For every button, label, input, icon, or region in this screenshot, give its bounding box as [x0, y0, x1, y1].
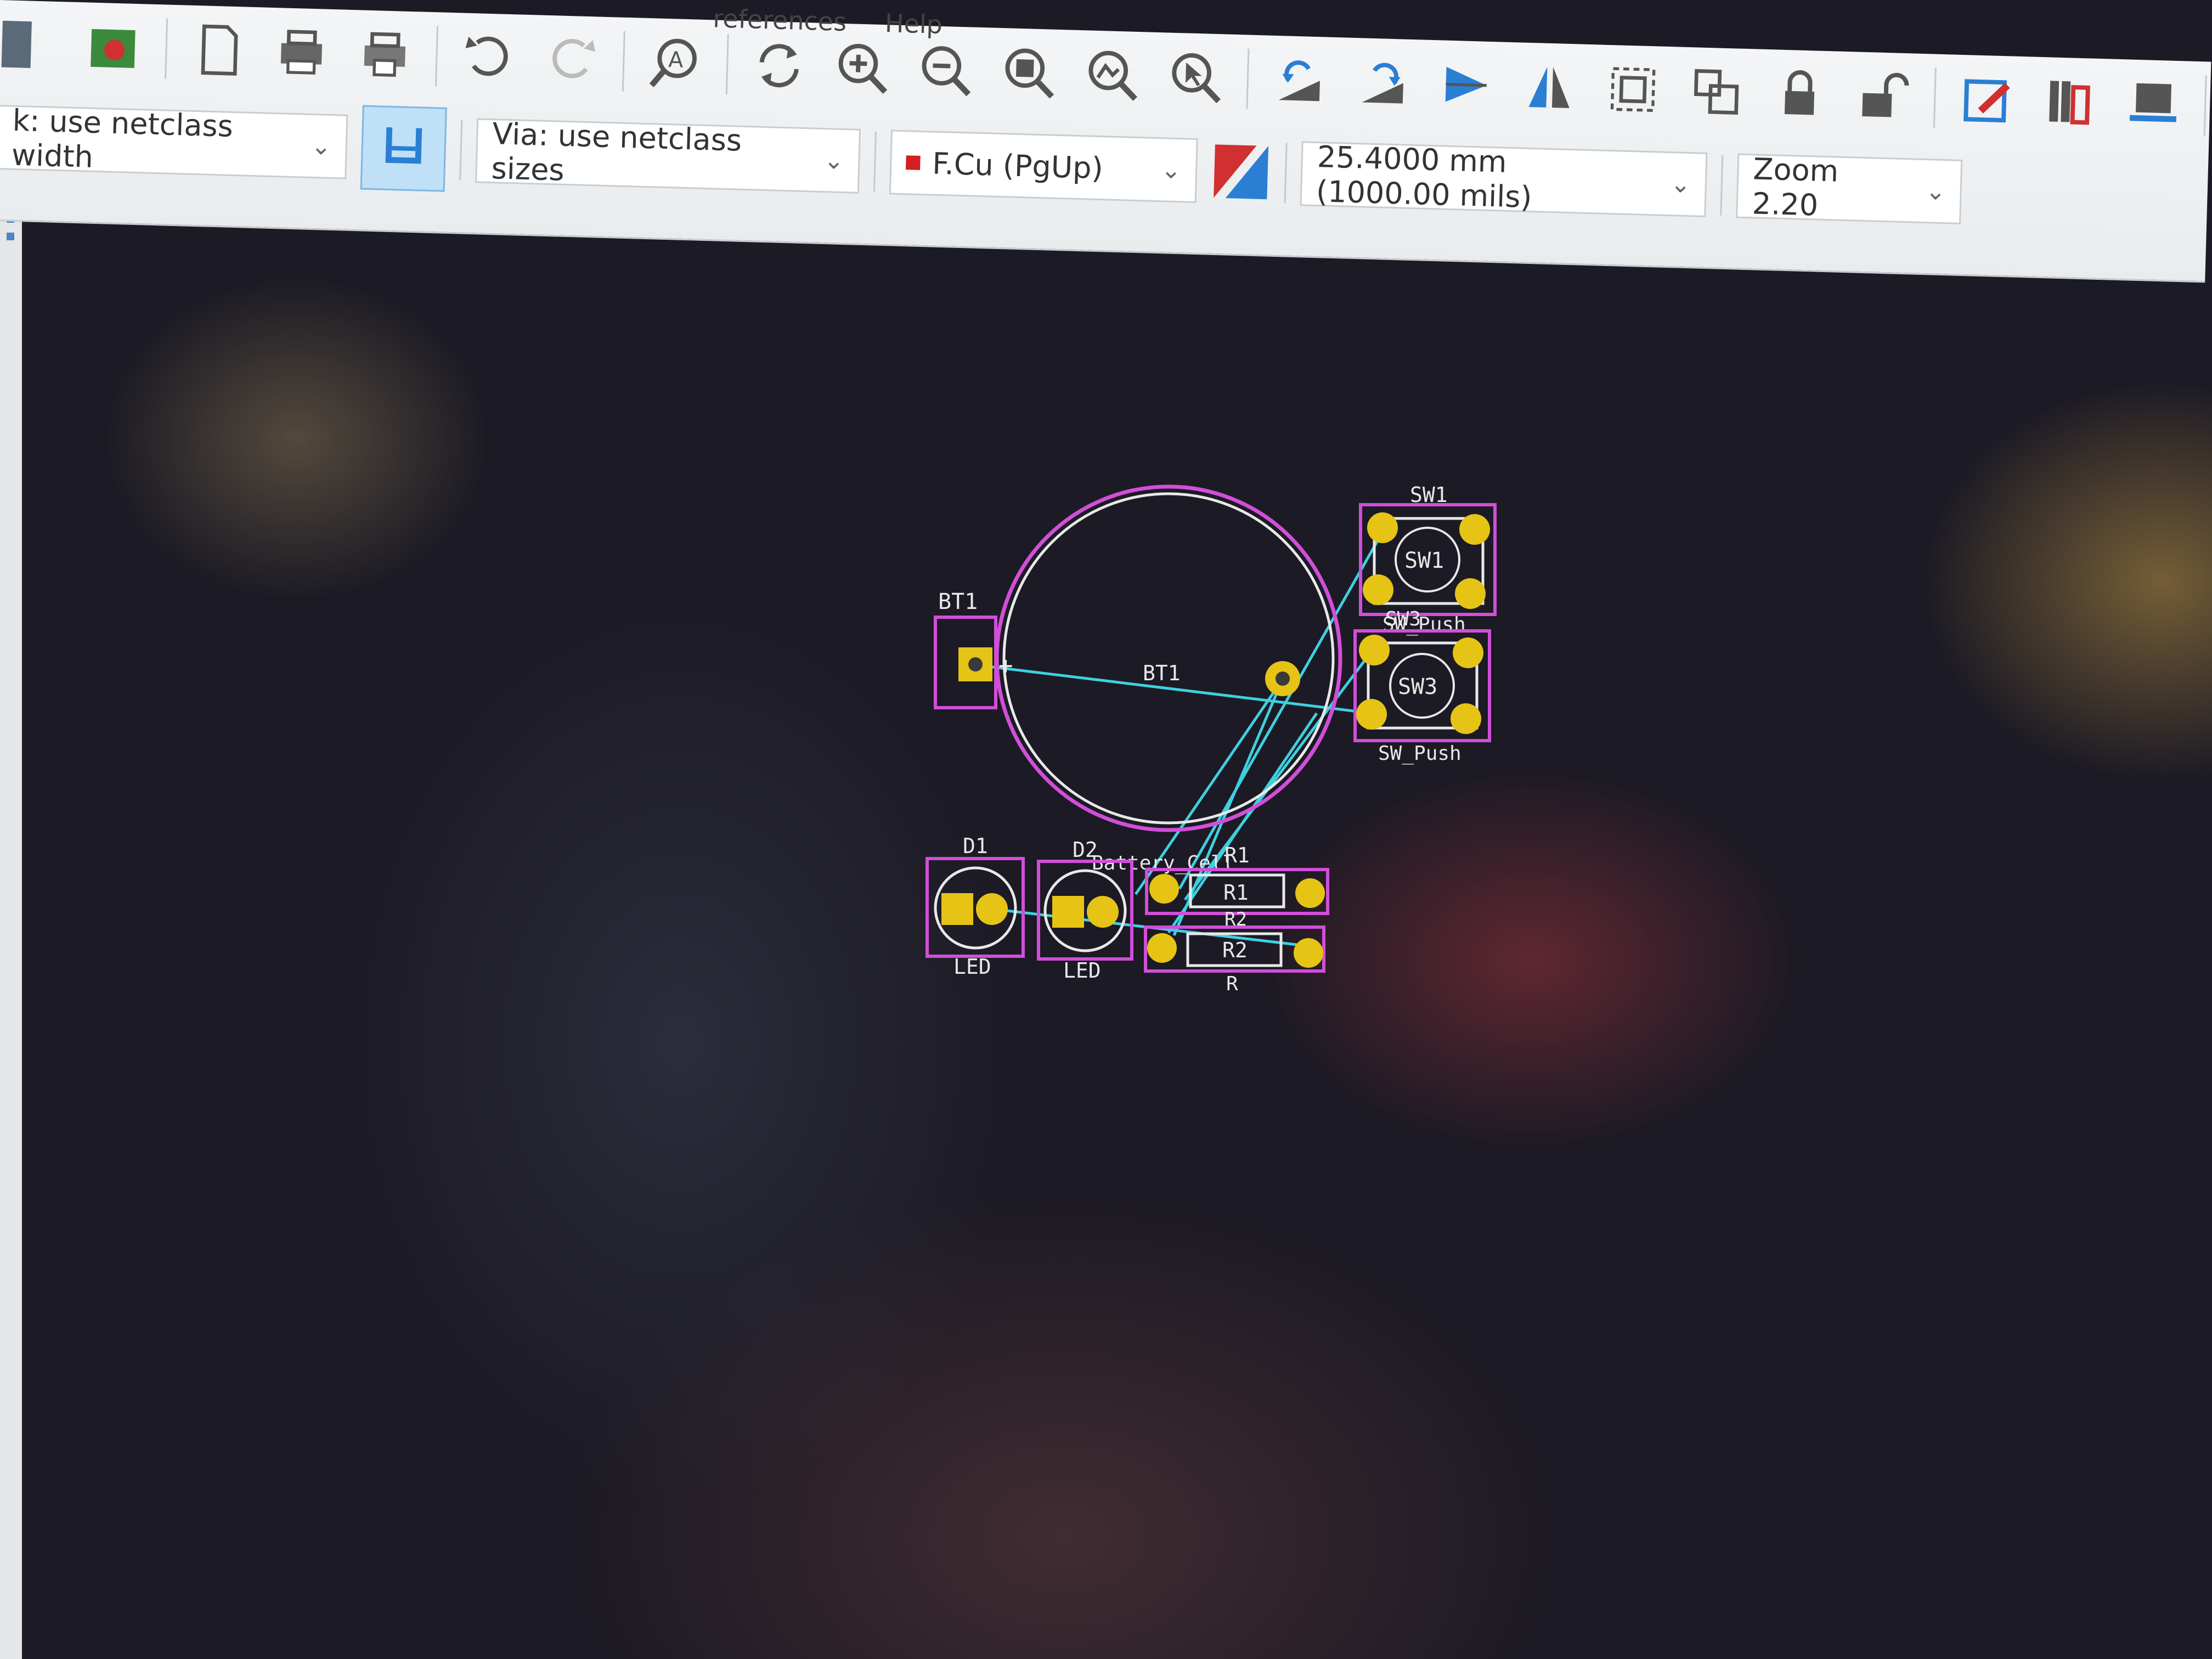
sw1-pad[interactable] [1367, 512, 1398, 543]
footprint-bt1[interactable]: BT1 BT1 + Battery_Cell [934, 484, 1342, 874]
d1-pad-cathode[interactable] [941, 893, 973, 925]
r2-fab-value: R [1226, 973, 1238, 995]
chevron-down-icon: ⌄ [1670, 170, 1691, 199]
zoom-value: Zoom 2.20 [1752, 151, 1839, 223]
chevron-down-icon: ⌄ [311, 132, 332, 161]
rotate-cw-icon[interactable] [1350, 49, 1416, 116]
sw3-pad[interactable] [1359, 635, 1390, 665]
left-toolbar-tool[interactable] [7, 233, 14, 240]
footprint-d1[interactable]: D1 LED [926, 834, 1025, 979]
ungroup-icon[interactable] [1683, 59, 1750, 125]
mirror-horizontal-icon[interactable] [1433, 52, 1499, 118]
plot-icon[interactable] [352, 21, 418, 88]
track-width-icon [385, 127, 422, 164]
chevron-down-icon: ⌄ [823, 146, 845, 175]
lock-icon[interactable] [1767, 61, 1833, 127]
d1-reference: D1 [963, 834, 988, 858]
page-settings-icon[interactable] [185, 17, 251, 83]
d2-pad-cathode[interactable] [1052, 896, 1084, 928]
sw3-pad[interactable] [1356, 699, 1387, 730]
r2-pad-2[interactable] [1294, 938, 1323, 968]
find-icon[interactable]: A [642, 30, 709, 96]
footprint-editor-icon[interactable] [2120, 71, 2187, 137]
zoom-in-icon[interactable] [830, 35, 896, 101]
r2-value: R2 [1222, 938, 1248, 962]
r1-value: R1 [1223, 881, 1249, 905]
bt1-value: BT1 [1143, 661, 1181, 685]
toolbar-separator [1284, 143, 1288, 204]
toolbar-separator [165, 18, 168, 79]
bt1-courtyard [995, 484, 1342, 832]
footprint-library-icon[interactable] [2037, 69, 2103, 135]
grid-size-select[interactable]: 25.4000 mm (1000.00 mils) ⌄ [1300, 139, 1708, 217]
toolbar-separator [1246, 48, 1250, 109]
sw1-pad[interactable] [1459, 514, 1490, 545]
d2-value: LED [1063, 958, 1101, 983]
sw3-reference: SW3 [1385, 608, 1421, 630]
layer-pair-icon[interactable] [1211, 142, 1272, 202]
zoom-fit-icon[interactable] [996, 40, 1062, 106]
bt1-reference: BT1 [938, 589, 978, 614]
undo-icon[interactable] [455, 24, 522, 91]
d1-pad-anode[interactable] [976, 893, 1008, 925]
footprint-sw3[interactable]: SW3 SW3 SW_Push [1353, 608, 1491, 765]
toolbar-separator [459, 120, 463, 180]
sw3-pad[interactable] [1451, 703, 1481, 734]
track-width-select[interactable]: k: use netclass width ⌄ [0, 103, 348, 179]
left-toolbar [0, 170, 22, 1659]
layer-color-swatch [906, 155, 921, 170]
sw3-fab-value: SW_Push [1378, 742, 1462, 765]
update-pcb-from-schematic-icon[interactable] [1954, 66, 2020, 133]
sw1-pad[interactable] [1363, 574, 1393, 605]
group-icon[interactable] [1600, 57, 1666, 123]
toolbar-separator [622, 31, 625, 92]
toolbar-separator [435, 26, 438, 87]
chevron-down-icon: ⌄ [1160, 155, 1182, 184]
r2-pad-1[interactable] [1147, 933, 1177, 963]
sw1-reference: SW1 [1410, 483, 1448, 507]
rotate-ccw-icon[interactable] [1266, 47, 1333, 114]
toolbar-separator [2203, 75, 2207, 136]
layer-value: F.Cu (PgUp) [932, 146, 1104, 185]
bt1-plus-marker: + [998, 652, 1013, 680]
toolbar-separator [1933, 67, 1937, 128]
r1-pad-1[interactable] [1149, 874, 1179, 904]
r1-reference: R1 [1224, 843, 1250, 867]
mirror-vertical-icon[interactable] [1516, 54, 1583, 120]
d2-pad-anode[interactable] [1087, 896, 1119, 928]
via-size-value: Via: use netclass sizes [490, 116, 742, 188]
sw3-pad[interactable] [1453, 637, 1483, 668]
layer-select[interactable]: F.Cu (PgUp) ⌄ [889, 129, 1198, 204]
bt1-pad-2-hole [1276, 672, 1290, 686]
d2-reference: D2 [1073, 838, 1098, 862]
unlock-icon[interactable] [1850, 63, 1916, 129]
auto-track-width-button[interactable] [360, 105, 447, 192]
print-icon[interactable] [268, 19, 335, 86]
bt1-pad-1-hole [968, 657, 983, 672]
redo-icon[interactable] [539, 27, 605, 93]
zoom-out-icon[interactable] [912, 37, 979, 104]
track-width-value: k: use netclass width [11, 103, 234, 174]
grid-size-value: 25.4000 mm (1000.00 mils) [1316, 139, 1533, 215]
bt1-outline [1002, 492, 1335, 825]
board-setup-icon[interactable] [81, 14, 148, 80]
footprint-sw1[interactable]: SW1 SW1 SW_Push [1359, 483, 1497, 636]
d1-value: LED [953, 955, 991, 979]
toolbar-separator [873, 131, 877, 192]
sw3-value: SW3 [1398, 674, 1437, 699]
chevron-down-icon: ⌄ [1925, 177, 1946, 206]
svg-text:A: A [668, 47, 684, 73]
toolbar-separator [725, 34, 729, 95]
sw1-pad[interactable] [1455, 578, 1486, 609]
via-size-select[interactable]: Via: use netclass sizes ⌄ [475, 116, 861, 194]
zoom-selection-icon[interactable] [1163, 44, 1229, 110]
zoom-select[interactable]: Zoom 2.20 ⌄ [1736, 151, 1963, 224]
redraw-icon[interactable] [746, 32, 812, 99]
save-board-icon[interactable] [0, 12, 64, 78]
sw1-value: SW1 [1404, 548, 1444, 573]
toolbar-separator [1720, 155, 1724, 216]
r1-pad-2[interactable] [1295, 878, 1325, 908]
zoom-objects-icon[interactable] [1079, 42, 1146, 108]
